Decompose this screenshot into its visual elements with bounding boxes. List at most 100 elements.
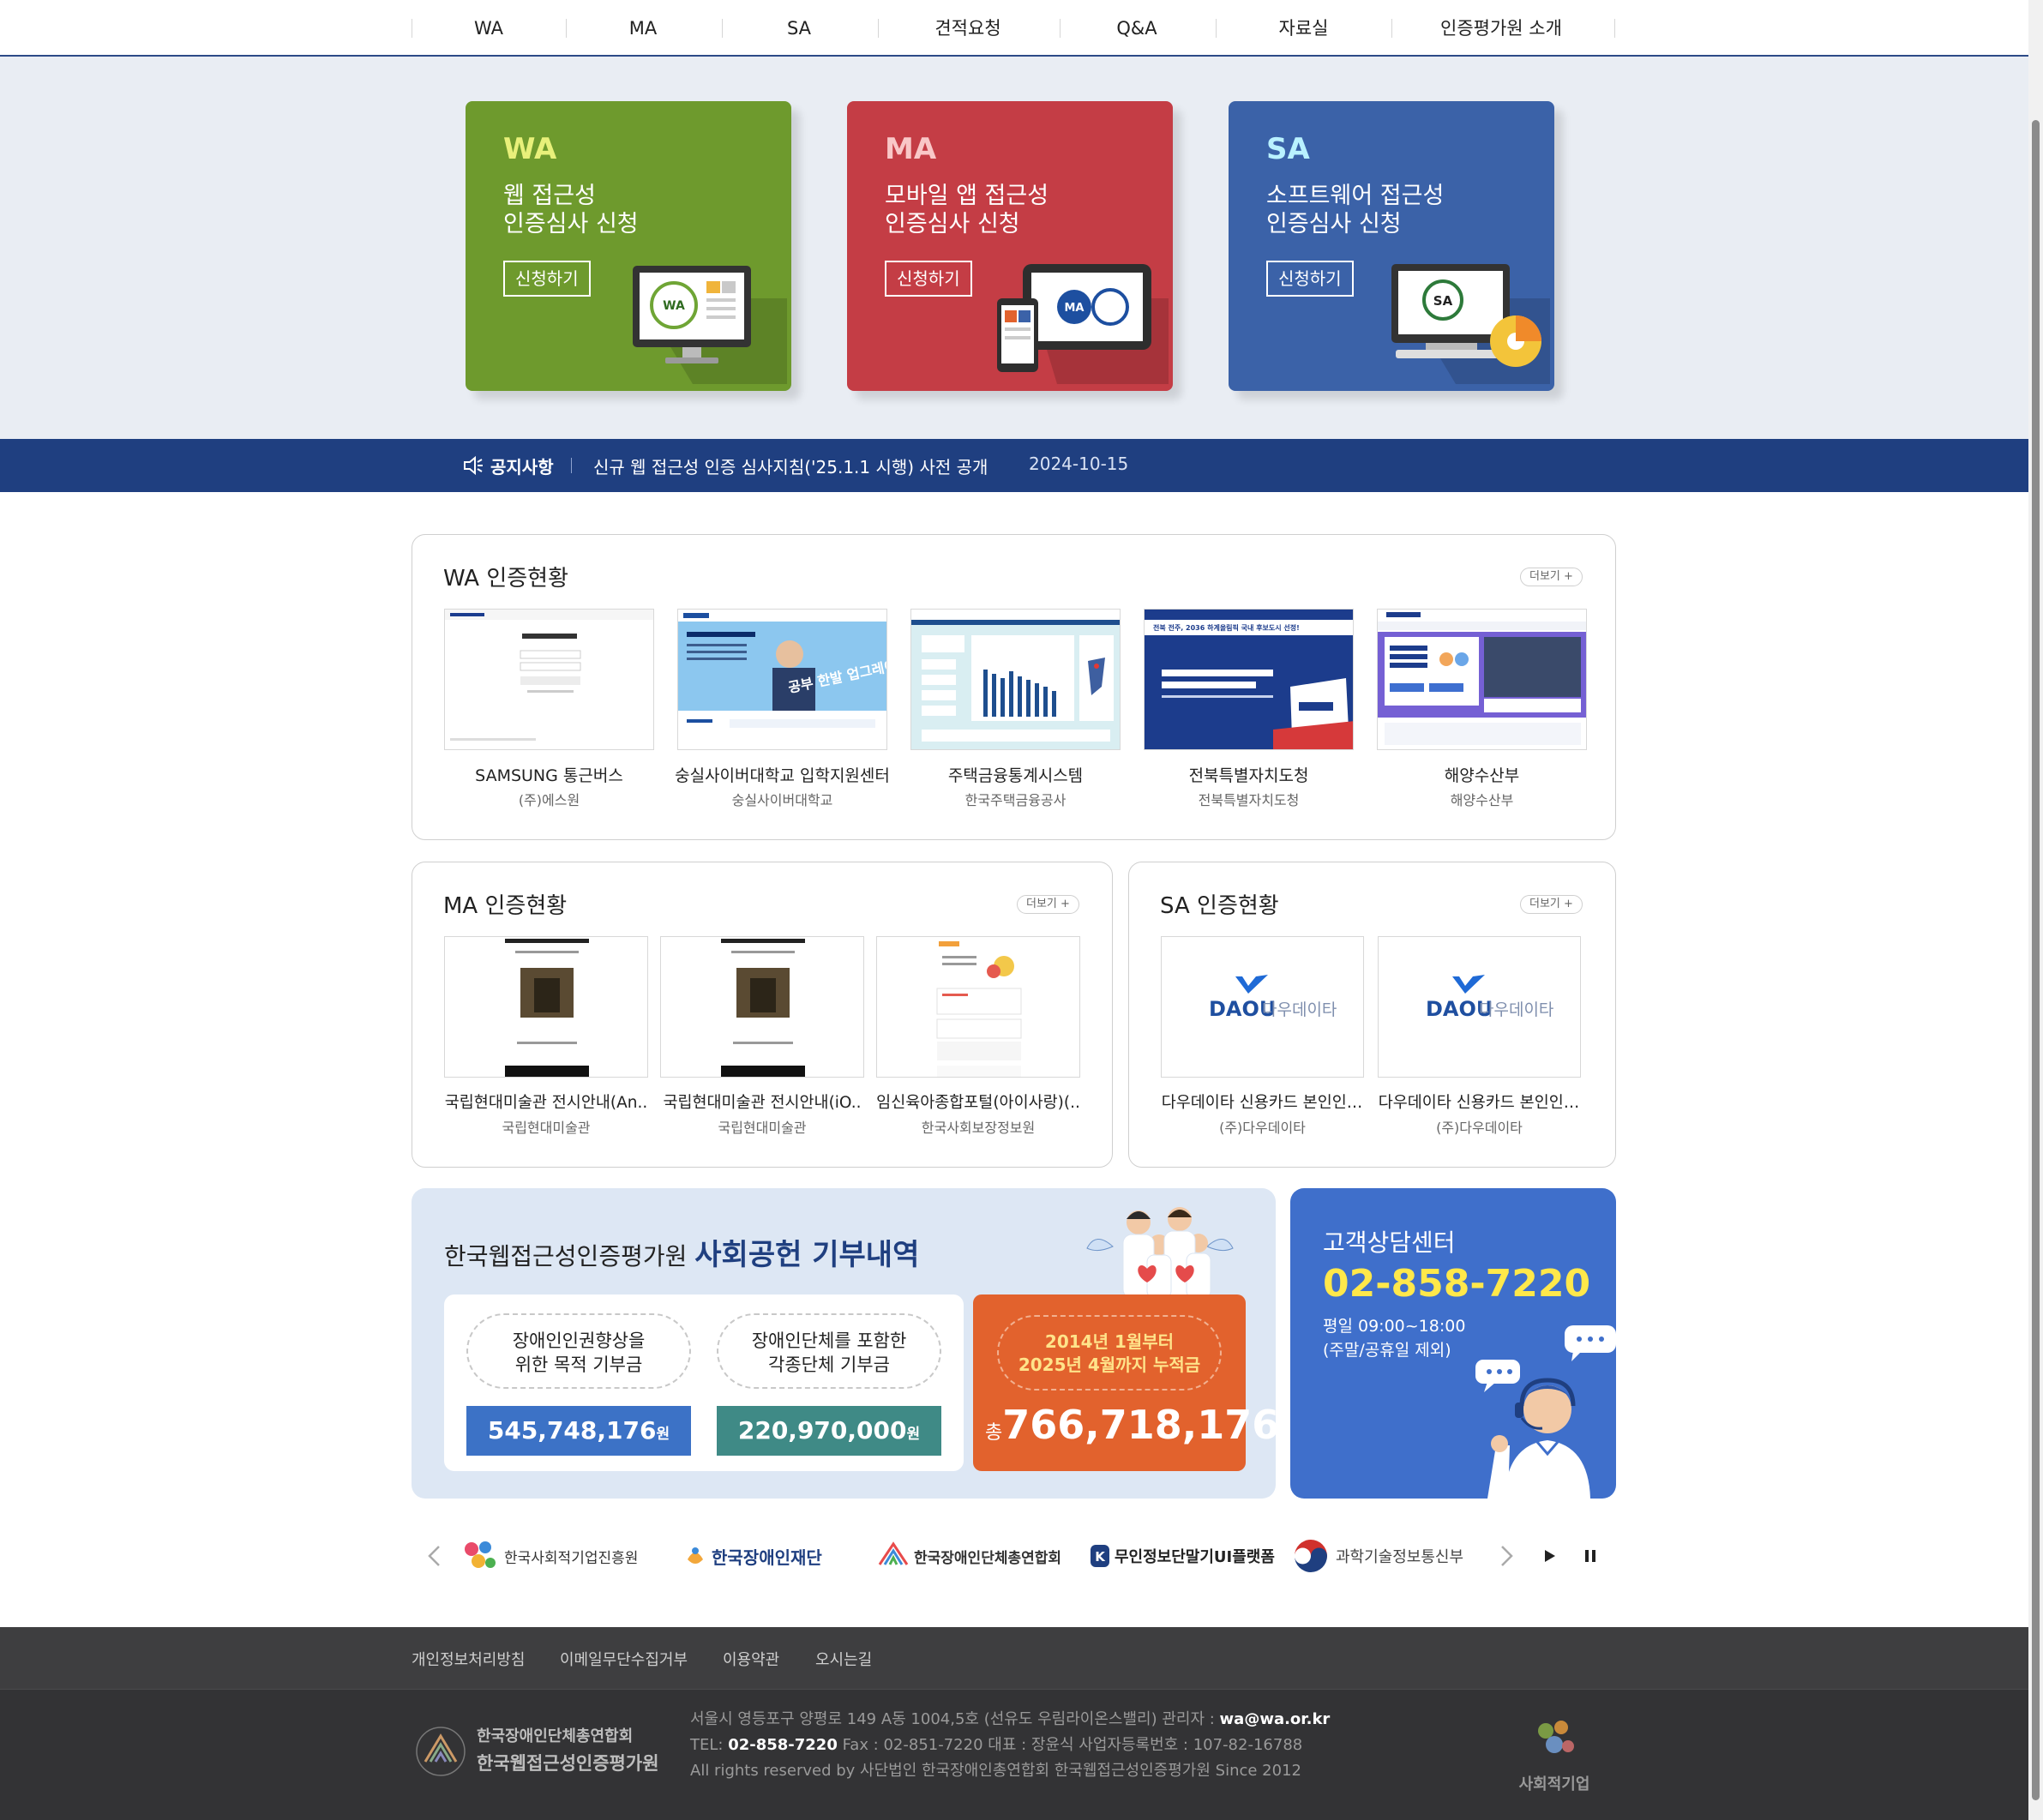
footer-link-no-email-collection[interactable]: 이메일무단수집거부 [560, 1648, 688, 1670]
nav-item-wa[interactable]: WA [429, 10, 549, 46]
nav-item-quote[interactable]: 견적요청 [895, 10, 1041, 46]
social-enterprise-logo-icon [465, 1541, 496, 1568]
ma-more-button[interactable]: 더보기 + [1017, 895, 1079, 914]
wa-thumb-housing[interactable] [910, 609, 1121, 750]
sa-thumb-daou-1[interactable]: DAOU 다우데이타 [1161, 936, 1364, 1078]
customer-center-panel: 고객상담센터 02-858-7220 평일 09:00~18:00 (주말/공휴… [1290, 1188, 1616, 1499]
wa-item-title[interactable]: 숭실사이버대학교 입학지원센터 [670, 763, 895, 786]
amount-unit: 원 [656, 1426, 670, 1443]
wa-thumb-soongsil[interactable]: 공부 한발 업그레이드 [677, 609, 887, 750]
ma-item-title[interactable]: 국립현대미술관 전시안내(An.. [432, 1090, 660, 1113]
app-screenshot [936, 940, 1022, 1077]
wa-thumb-jeonbuk[interactable]: 전북 전주, 2036 하계올림픽 국내 후보도시 선정! [1144, 609, 1354, 750]
notice-label: 공지사항 [490, 457, 554, 478]
wa-apply-card[interactable]: WA 웹 접근성 인증심사 신청 신청하기 WA [466, 101, 791, 391]
sa-item-title[interactable]: 다우데이타 신용카드 본인인… [1366, 1090, 1592, 1113]
donation-heading-strong: 사회공헌 기부내역 [694, 1238, 920, 1272]
page-scrollbar[interactable] [2028, 0, 2043, 1820]
amount-value: 545,748,176 [487, 1416, 657, 1445]
total-prefix: 총 [985, 1422, 1003, 1444]
partner-logo-disability-federation[interactable]: 한국장애인단체총연합회 [876, 1526, 1061, 1586]
wa-item-org: (주)에스원 [518, 792, 580, 808]
sa-item-org: (주)다우데이타 [1219, 1120, 1306, 1136]
svg-text:K: K [1095, 1549, 1106, 1565]
sa-item-title[interactable]: 다우데이타 신용카드 본인인… [1149, 1090, 1375, 1113]
speaker-icon [464, 455, 483, 476]
social-enterprise-label: 사회적기업 [1518, 1775, 1590, 1793]
wa-item-title[interactable]: SAMSUNG 통근버스 [444, 763, 654, 786]
tablet-phone-illustration-icon: MA [997, 264, 1169, 384]
card-code: MA [885, 132, 937, 166]
amount-unit: 원 [906, 1426, 921, 1443]
ma-thumb-mmca-ios[interactable] [660, 936, 864, 1078]
wa-thumb-mof[interactable] [1377, 609, 1587, 750]
ma-item-title[interactable]: 국립현대미술관 전시안내(iO.. [648, 1090, 876, 1113]
footer-link-directions[interactable]: 오시는길 [815, 1648, 872, 1670]
chevron-left-icon[interactable] [420, 1541, 449, 1571]
wa-item-org: 해양수산부 [1450, 792, 1514, 808]
ma-item-title[interactable]: 임신육아종합포털(아이사랑)(.. [864, 1090, 1092, 1113]
ma-apply-button[interactable]: 신청하기 [885, 261, 972, 297]
wa-more-button[interactable]: 더보기 + [1520, 568, 1583, 586]
nav-separator [722, 19, 723, 38]
notice-title-link[interactable]: 신규 웹 접근성 인증 심사지침('25.1.1 시행) 사전 공개 [593, 453, 988, 478]
nav-separator [1060, 19, 1061, 38]
partner-logo-disability-foundation[interactable]: 한국장애인재단 [682, 1526, 822, 1586]
footer-org2: 한국웹접근성인증평가원 [477, 1753, 659, 1774]
nav-item-library[interactable]: 자료실 [1233, 10, 1374, 46]
admin-email[interactable]: wa@wa.or.kr [1220, 1710, 1331, 1728]
sa-more-button[interactable]: 더보기 + [1520, 895, 1583, 914]
scrollbar-thumb[interactable] [2032, 120, 2040, 1800]
address-text: 서울시 영등포구 양평로 149 A동 1004,5호 (선유도 우림라이온스밸… [690, 1710, 1220, 1728]
tel-number: 02-858-7220 [728, 1736, 838, 1754]
partner-logo-msit[interactable]: 과학기술정보통신부 [1293, 1526, 1463, 1586]
chevron-right-icon[interactable] [1492, 1541, 1521, 1571]
sa-apply-button[interactable]: 신청하기 [1266, 261, 1354, 297]
pause-icon[interactable] [1576, 1541, 1605, 1571]
monitor-illustration-icon: WA [633, 266, 787, 384]
nav-item-qna[interactable]: Q&A [1077, 10, 1197, 46]
daou-logo-icon: DAOU 다우데이타 [1209, 975, 1337, 1021]
wa-item-title[interactable]: 주택금융통계시스템 [910, 763, 1121, 786]
customer-center-title: 고객상담센터 [1323, 1228, 1456, 1257]
nav-item-ma[interactable]: MA [583, 10, 703, 46]
donation-category-organizations: 장애인단체를 포함한 각종단체 기부금 [717, 1313, 941, 1389]
footer-link-privacy[interactable]: 개인정보처리방침 [412, 1648, 525, 1670]
footer-org-logo: 한국장애인단체총연합회 한국웹접근성인증평가원 [412, 1721, 660, 1781]
wa-apply-button[interactable]: 신청하기 [503, 261, 591, 297]
wa-thumb-samsung[interactable] [444, 609, 654, 750]
sa-apply-card[interactable]: SA 소프트웨어 접근성 인증심사 신청 신청하기 SA [1229, 101, 1554, 391]
top-navigation: WA MA SA 견적요청 Q&A 자료실 인증평가원 소개 [0, 0, 2028, 57]
ma-item-org: 한국사회보장정보원 [921, 1120, 1036, 1136]
sa-thumb-daou-2[interactable]: DAOU 다우데이타 [1378, 936, 1581, 1078]
partner-logo-kiosk-ui-platform[interactable]: K 무인정보단말기UI플랫폼 [1089, 1526, 1275, 1586]
ma-apply-card[interactable]: MA 모바일 앱 접근성 인증심사 신청 신청하기 MA [847, 101, 1173, 391]
site-screenshot [911, 610, 1120, 749]
footer-links-bar: 개인정보처리방침 이메일무단수집거부 이용약관 오시는길 [0, 1627, 2028, 1689]
customer-center-phone[interactable]: 02-858-7220 [1323, 1262, 1590, 1306]
partner-name: 한국사회적기업진흥원 [504, 1549, 639, 1567]
nav-item-sa[interactable]: SA [739, 10, 859, 46]
partner-name: 한국장애인단체총연합회 [914, 1549, 1062, 1567]
total-amount: 총766,718,176원 [985, 1402, 1276, 1448]
ma-item-org: 국립현대미술관 [502, 1120, 591, 1136]
ma-thumb-childcare[interactable] [876, 936, 1080, 1078]
donation-total: 2014년 1월부터 2025년 4월까지 누적금 총766,718,176원 [973, 1294, 1276, 1471]
wa-status-panel: WA 인증현황 더보기 + 공부 한발 업그레이드 전북 전주, 2036 하계… [412, 534, 1616, 840]
wa-item-org: 한국주택금융공사 [964, 792, 1067, 808]
panel-title: WA 인증현황 [443, 566, 569, 592]
family-illustration-icon [1086, 1207, 1234, 1298]
play-icon[interactable] [1535, 1541, 1564, 1571]
wa-item-title[interactable]: 전북특별자치도청 [1144, 763, 1354, 786]
footer-contact: TEL: 02-858-7220 Fax : 02-851-7220 대표 : … [690, 1733, 1302, 1755]
contact-rest: Fax : 02-851-7220 대표 : 장윤식 사업자등록번호 : 107… [837, 1736, 1303, 1754]
software-illustration-icon: SA [1391, 264, 1550, 384]
partner-logo-social-enterprise[interactable]: 한국사회적기업진흥원 [460, 1526, 638, 1586]
ma-thumb-mmca-android[interactable] [444, 936, 648, 1078]
footer-address: 서울시 영등포구 양평로 149 A동 1004,5호 (선유도 우림라이온스밸… [690, 1707, 1330, 1729]
footer-link-terms[interactable]: 이용약관 [723, 1648, 779, 1670]
wa-item-title[interactable]: 해양수산부 [1377, 763, 1587, 786]
footer-info: 한국장애인단체총연합회 한국웹접근성인증평가원 서울시 영등포구 양평로 149… [0, 1689, 2028, 1820]
nav-item-about[interactable]: 인증평가원 소개 [1409, 10, 1594, 46]
partner-name: 한국장애인재단 [712, 1547, 822, 1568]
